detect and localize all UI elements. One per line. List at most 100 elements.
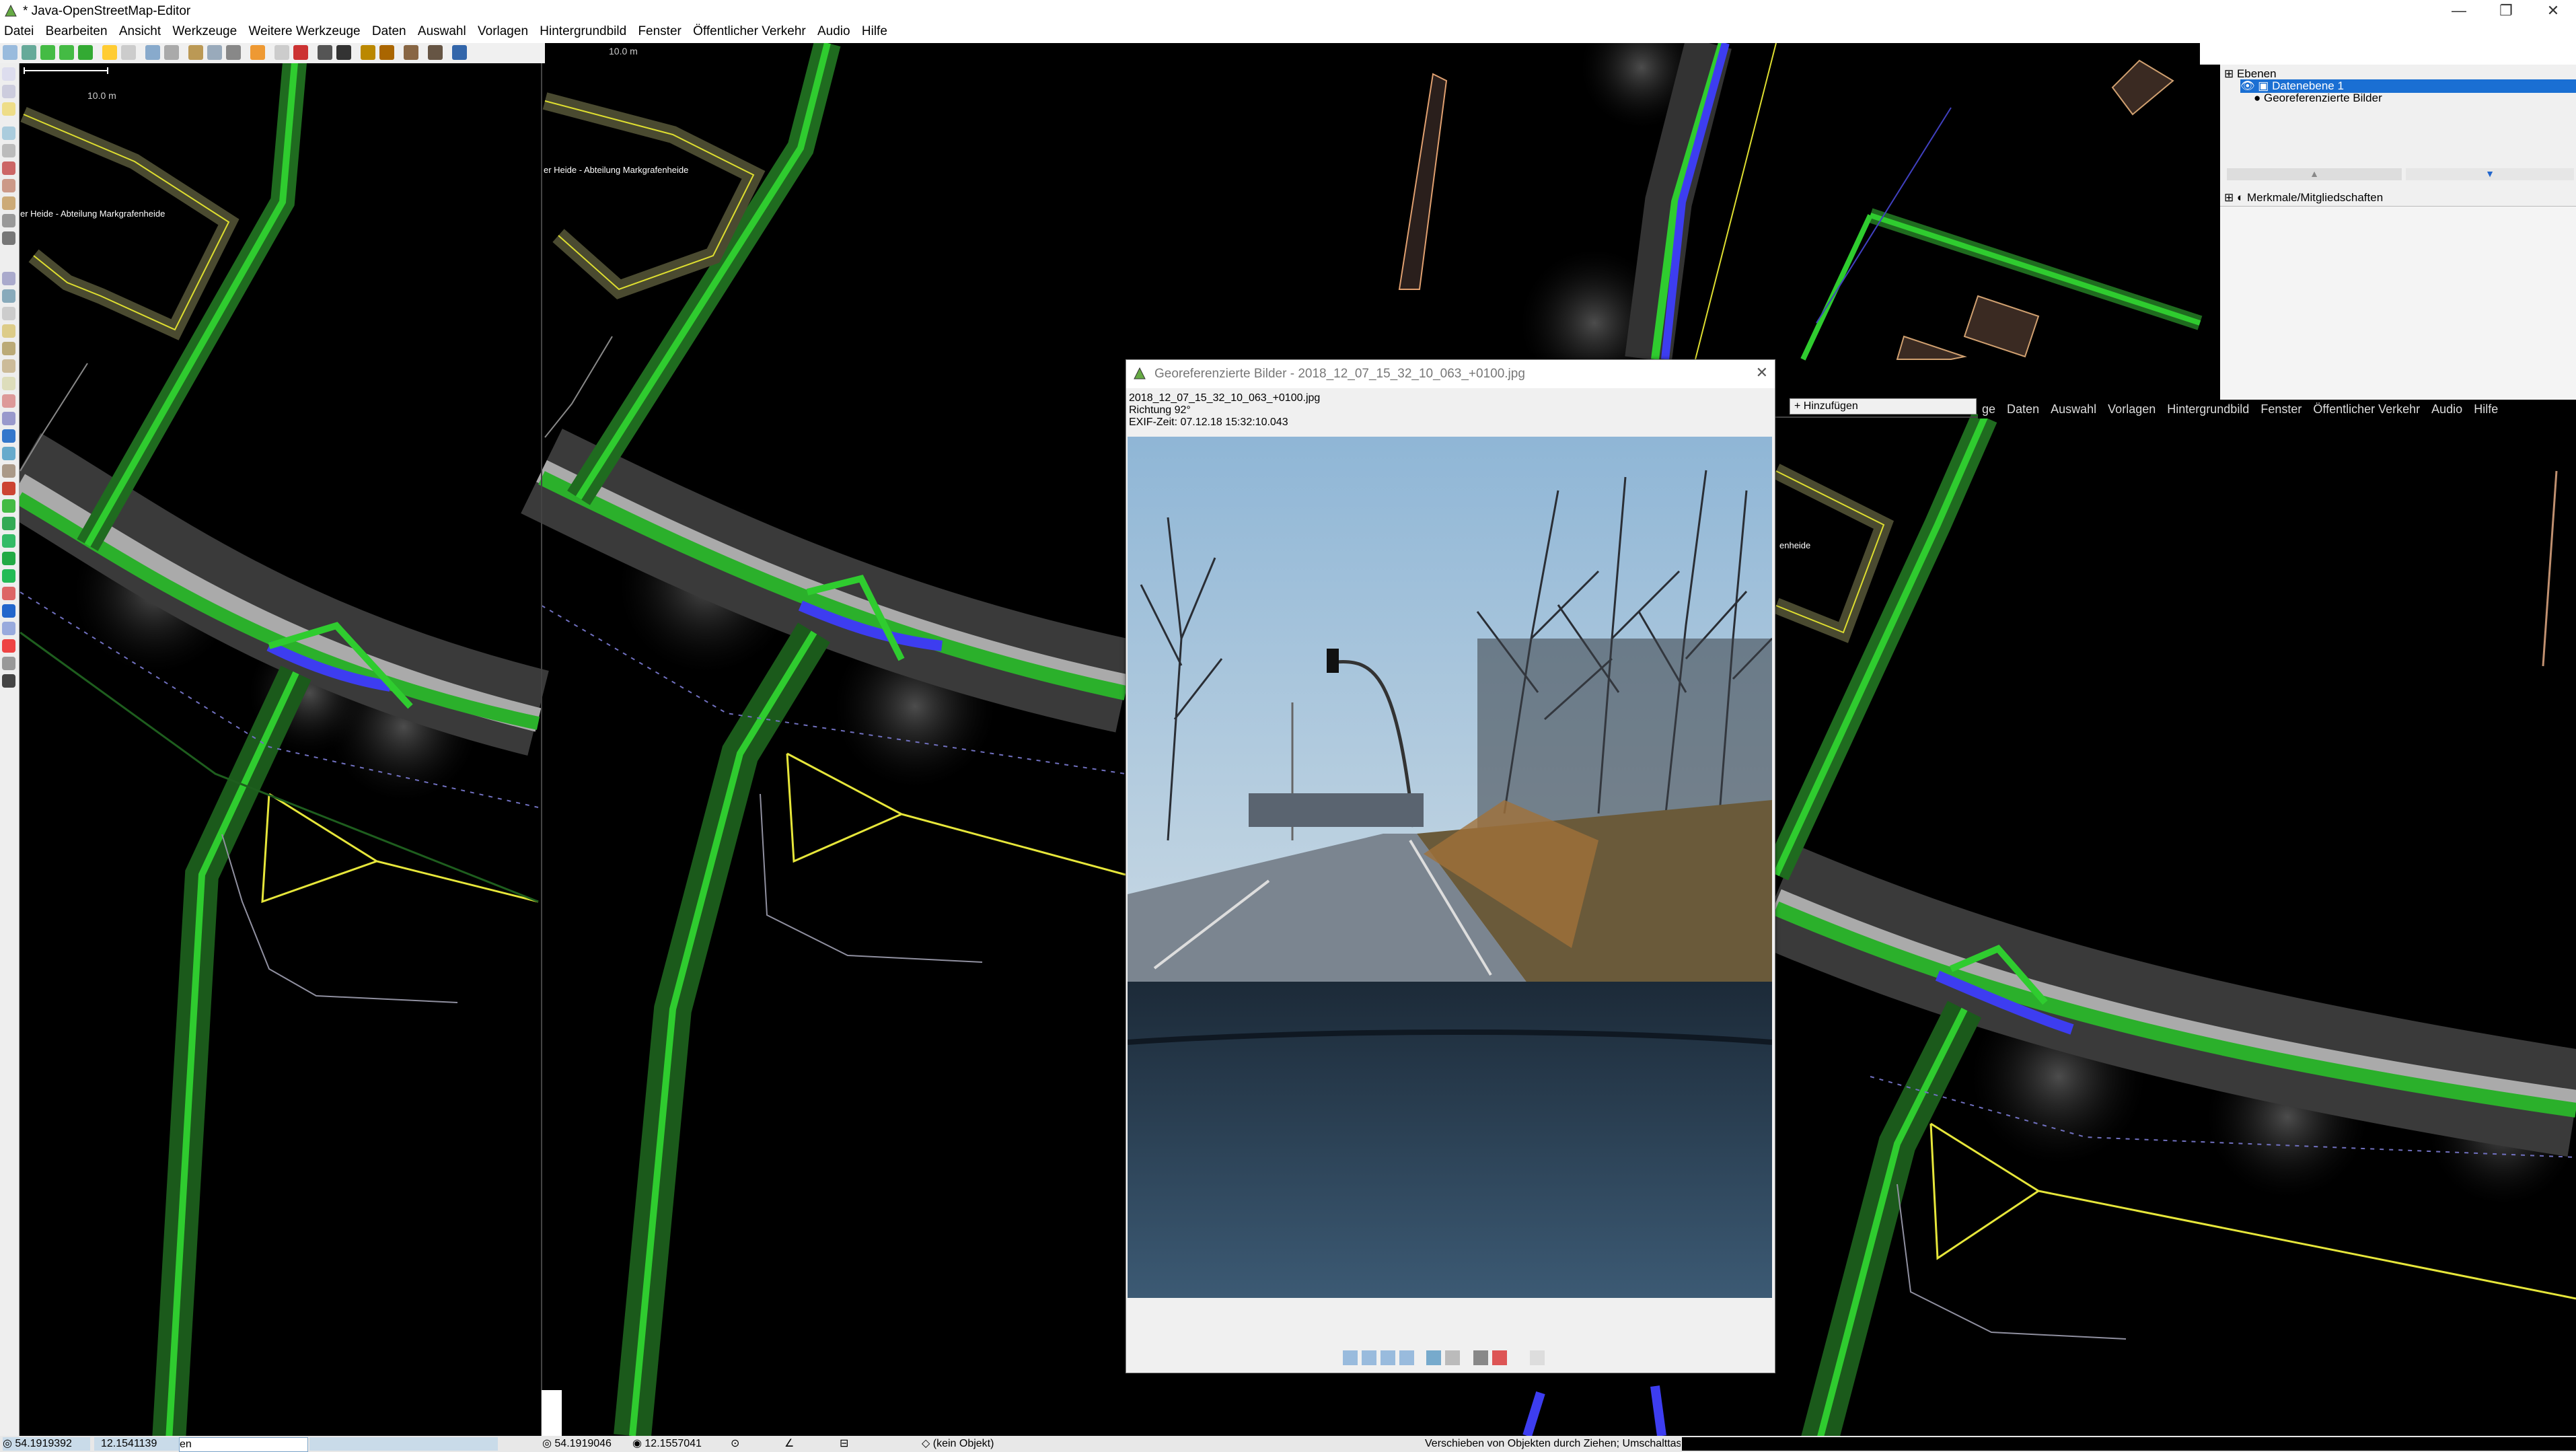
cut-icon[interactable]	[2, 214, 15, 227]
map-view-icon[interactable]	[452, 45, 467, 60]
menu-vorlagen[interactable]: Vorlagen	[474, 22, 532, 39]
menu-daten[interactable]: Daten	[368, 22, 410, 39]
menu-secondary-4[interactable]: Hintergrundbild	[2163, 400, 2253, 416]
notes-icon[interactable]	[2, 377, 15, 390]
map-grey-icon[interactable]	[226, 45, 241, 60]
history-icon[interactable]	[2, 324, 15, 338]
remove-image-icon[interactable]	[1492, 1350, 1507, 1365]
open-file-icon[interactable]	[22, 45, 36, 60]
menu-auswahl[interactable]: Auswahl	[414, 22, 470, 39]
restore-button[interactable]: ❐	[2482, 0, 2530, 23]
lasso-tool-icon[interactable]	[2, 85, 15, 98]
menu-secondary-5[interactable]: Fenster	[2256, 400, 2306, 416]
dialog-close-icon[interactable]: ✕	[1756, 364, 1768, 382]
next-image-icon[interactable]	[1381, 1350, 1395, 1365]
menu-fenster[interactable]: Fenster	[634, 22, 685, 39]
no-entry-icon[interactable]	[2, 639, 15, 653]
properties-header[interactable]: ⊞ ◐ Merkmale/Mitgliedschaften	[2224, 191, 2383, 205]
select-tool-icon[interactable]	[2, 67, 15, 81]
restaurant-icon[interactable]	[379, 45, 394, 60]
improve-way-icon[interactable]	[2, 161, 15, 175]
expand-icon[interactable]	[2, 674, 15, 688]
menu-bearbeiten[interactable]: Bearbeiten	[42, 22, 112, 39]
bus-stop-icon[interactable]	[274, 45, 289, 60]
building-icon[interactable]	[404, 45, 418, 60]
layer-row-datenebene[interactable]: 👁 ▣ Datenebene 1	[2240, 79, 2576, 93]
green-round-icon[interactable]	[2, 517, 15, 530]
bus-icon[interactable]	[336, 45, 351, 60]
menu-secondary-2[interactable]: Auswahl	[2047, 400, 2100, 416]
changeset-icon[interactable]	[2, 394, 15, 408]
zoom-tool-icon[interactable]	[2, 126, 15, 140]
visibility-icon[interactable]: 👁 ▣	[2240, 79, 2272, 92]
green-t-icon[interactable]	[2, 569, 15, 583]
validate-icon[interactable]	[2, 307, 15, 320]
print-icon[interactable]	[2, 657, 15, 670]
layers-header[interactable]: ⊞ Ebenen	[2224, 67, 2277, 81]
pencil-icon[interactable]	[2, 447, 15, 460]
menu-ansicht[interactable]: Ansicht	[115, 22, 165, 39]
parallel-icon[interactable]	[2, 179, 15, 192]
download-icon[interactable]	[40, 45, 55, 60]
more-tools-icon[interactable]	[2, 231, 15, 245]
marker-icon[interactable]	[2, 482, 15, 495]
center-view-icon[interactable]	[1426, 1350, 1441, 1365]
menu-secondary-3[interactable]: Vorlagen	[2104, 400, 2160, 416]
last-image-icon[interactable]	[1399, 1350, 1414, 1365]
check-icon[interactable]	[2, 429, 15, 443]
author-icon[interactable]	[2, 412, 15, 425]
refresh-icon[interactable]	[207, 45, 222, 60]
redo-icon[interactable]	[121, 45, 136, 60]
tools-icon[interactable]	[188, 45, 203, 60]
green-plus-icon[interactable]	[2, 534, 15, 548]
menu-audio[interactable]: Audio	[813, 22, 854, 39]
blue-circle-icon[interactable]	[2, 604, 15, 618]
image-icon[interactable]	[2, 464, 15, 478]
new-file-icon[interactable]	[3, 45, 17, 60]
conflict-icon[interactable]	[2, 342, 15, 355]
menu-secondary-1[interactable]: Daten	[2003, 400, 2043, 416]
preferences-icon[interactable]	[164, 45, 179, 60]
layer-up-button[interactable]: ▲	[2227, 168, 2402, 180]
search-input-left[interactable]: en	[179, 1437, 308, 1452]
previous-image-icon[interactable]	[1362, 1350, 1376, 1365]
menu-weitere-werkzeuge[interactable]: Weitere Werkzeuge	[244, 22, 364, 39]
expand-icon[interactable]: ⊞	[2224, 67, 2237, 80]
menu-secondary-8[interactable]: Hilfe	[2470, 400, 2502, 416]
menu-oeffentlicher-verkehr[interactable]: Öffentlicher Verkehr	[689, 22, 810, 39]
red-box-icon[interactable]	[293, 45, 308, 60]
menu-secondary-7[interactable]: Audio	[2427, 400, 2466, 416]
layer-down-button[interactable]: ▼	[2406, 168, 2574, 180]
menu-secondary-0[interactable]: ge	[1978, 400, 1999, 416]
menu-secondary-6[interactable]: Öffentlicher Verkehr	[2309, 400, 2424, 416]
draw-tool-icon[interactable]	[2, 102, 15, 116]
extrude-icon[interactable]	[2, 196, 15, 210]
bridge-icon[interactable]	[428, 45, 443, 60]
measure-icon[interactable]	[2, 622, 15, 635]
add-button[interactable]: + Hinzufügen	[1790, 398, 1977, 414]
layer-tool-icon[interactable]	[2, 272, 15, 285]
person-icon[interactable]	[2, 587, 15, 600]
delete-tool-icon[interactable]	[2, 144, 15, 157]
first-image-icon[interactable]	[1343, 1350, 1358, 1365]
filter-icon[interactable]	[2, 359, 15, 373]
menu-hintergrundbild[interactable]: Hintergrundbild	[536, 22, 630, 39]
zoom-icon[interactable]	[145, 45, 160, 60]
zoom-image-icon[interactable]	[1445, 1350, 1460, 1365]
car-icon[interactable]	[318, 45, 332, 60]
undo-icon[interactable]	[102, 45, 117, 60]
download-along-icon[interactable]	[59, 45, 74, 60]
upload-icon[interactable]	[78, 45, 93, 60]
green-p-icon[interactable]	[2, 552, 15, 565]
preset-tool-icon[interactable]	[2, 289, 15, 303]
layer-row-georef-images[interactable]: ● Georeferenzierte Bilder	[2254, 92, 2382, 105]
expand-icon[interactable]: ⊞ ◐	[2224, 191, 2247, 204]
delete-image-icon[interactable]	[1473, 1350, 1488, 1365]
menu-werkzeuge[interactable]: Werkzeuge	[168, 22, 241, 39]
minimize-button[interactable]: —	[2435, 0, 2482, 23]
tool-orange-icon[interactable]	[250, 45, 265, 60]
close-window-button[interactable]: ✕	[2530, 0, 2576, 23]
copy-image-icon[interactable]	[1530, 1350, 1545, 1365]
geotagged-photo[interactable]	[1128, 437, 1772, 1298]
menu-hilfe[interactable]: Hilfe	[858, 22, 891, 39]
